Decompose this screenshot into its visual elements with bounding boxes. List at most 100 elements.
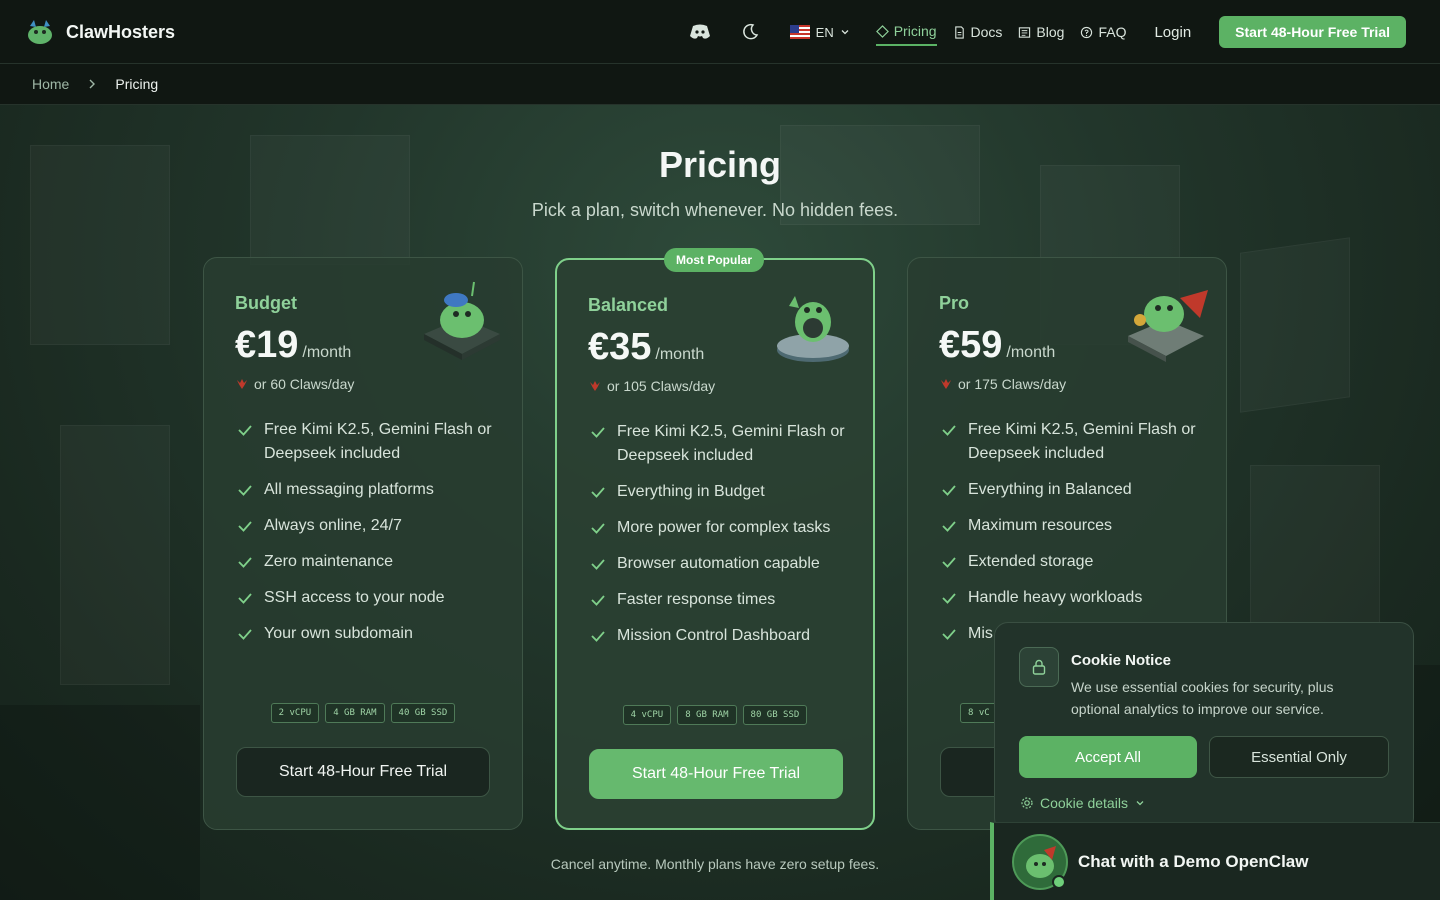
- check-icon: [238, 593, 252, 604]
- breadcrumb-home[interactable]: Home: [32, 76, 69, 92]
- page-subtitle: Pick a plan, switch whenever. No hidden …: [531, 200, 899, 220]
- spec-cpu: 2 vCPU: [270, 703, 320, 723]
- discord-icon[interactable]: [686, 18, 714, 46]
- cookie-title: Cookie Notice: [1071, 652, 1172, 669]
- price-amount: €59: [939, 324, 1003, 366]
- feature-item: Handle heavy workloads: [940, 586, 1200, 610]
- feature-item: Zero maintenance: [236, 550, 496, 574]
- claws-rate: or 60 Claws/day: [235, 376, 354, 392]
- feature-item: Everything in Budget: [589, 480, 849, 504]
- feature-item: Extended storage: [940, 550, 1200, 574]
- cookie-details-toggle[interactable]: Cookie details: [1020, 795, 1146, 811]
- nav-blog[interactable]: Blog: [1018, 18, 1064, 46]
- feature-item: Everything in Balanced: [940, 478, 1200, 502]
- chat-label: Chat with a Demo OpenClaw: [1078, 852, 1309, 871]
- start-trial-header-button[interactable]: Start 48-Hour Free Trial: [1219, 16, 1406, 48]
- brand-logo[interactable]: ClawHosters: [24, 16, 175, 48]
- main-nav: EN Pricing Docs Blog FAQ Login Start 48-…: [686, 0, 1406, 64]
- price-amount: €19: [235, 324, 299, 366]
- check-icon: [591, 631, 605, 642]
- mascot-balanced-image: [777, 296, 849, 362]
- start-trial-balanced-button[interactable]: Start 48-Hour Free Trial: [589, 749, 843, 799]
- plan-name: Balanced: [588, 295, 669, 315]
- breadcrumb-current: Pricing: [115, 76, 159, 92]
- feature-text: Mission Control Dashboard: [617, 627, 810, 644]
- feature-item: Your own subdomain: [236, 622, 496, 646]
- feature-text: Everything in Balanced: [968, 481, 1132, 498]
- feature-text: Handle heavy workloads: [968, 589, 1143, 606]
- feature-item: SSH access to your node: [236, 586, 496, 610]
- claw-icon: [941, 379, 951, 389]
- feature-item: Free Kimi K2.5, Gemini Flash or Deepseek…: [236, 418, 496, 466]
- feature-text: Your own subdomain: [264, 625, 413, 642]
- check-icon: [942, 593, 956, 604]
- check-icon: [942, 425, 956, 436]
- claw-icon: [590, 381, 600, 391]
- claws-rate: or 105 Claws/day: [588, 378, 715, 394]
- us-flag-icon: [789, 25, 810, 39]
- check-icon: [238, 521, 252, 532]
- price: €35 /month: [588, 326, 704, 369]
- check-icon: [238, 485, 252, 496]
- check-icon: [591, 523, 605, 534]
- feature-text: Browser automation capable: [617, 555, 820, 572]
- check-icon: [238, 557, 252, 568]
- claw-icon: [237, 379, 247, 389]
- spec-cpu: 8 vC: [960, 703, 998, 723]
- feature-text: Free Kimi K2.5, Gemini Flash or Deepseek…: [264, 421, 492, 462]
- feature-item: Browser automation capable: [589, 552, 849, 576]
- feature-item: Faster response times: [589, 588, 849, 612]
- spec-ssd: 80 GB SSD: [742, 705, 808, 725]
- question-icon: [1081, 26, 1093, 38]
- check-icon: [591, 559, 605, 570]
- tag-icon: [875, 24, 889, 38]
- language-code: EN: [815, 24, 834, 40]
- login-link[interactable]: Login: [1154, 24, 1191, 41]
- cookie-text: We use essential cookies for security, p…: [1071, 679, 1334, 717]
- nav-pricing[interactable]: Pricing: [875, 18, 937, 46]
- accept-all-button[interactable]: Accept All: [1019, 736, 1197, 778]
- mascot-pro-image: [1128, 290, 1208, 362]
- page-title: Pricing: [658, 144, 782, 185]
- check-icon: [942, 557, 956, 568]
- spec-ssd: 40 GB SSD: [390, 703, 456, 723]
- feature-text: Faster response times: [617, 591, 776, 608]
- breadcrumb: Home Pricing: [0, 64, 1440, 105]
- price-period: /month: [302, 344, 352, 361]
- spec-ram: 8 GB RAM: [677, 705, 737, 725]
- nav-pricing-label: Pricing: [893, 23, 937, 39]
- feature-text: Free Kimi K2.5, Gemini Flash or Deepseek…: [617, 423, 845, 464]
- check-icon: [238, 629, 252, 640]
- feature-text: Always online, 24/7: [264, 517, 402, 534]
- language-selector[interactable]: EN: [789, 24, 850, 40]
- check-icon: [591, 427, 605, 438]
- plan-card-balanced: Most Popular Balanced €35 /month or 105 …: [555, 248, 875, 830]
- plan-name: Budget: [235, 293, 297, 313]
- mascot-budget-image: [424, 281, 500, 360]
- most-popular-badge: Most Popular: [664, 248, 765, 272]
- start-trial-budget-button[interactable]: Start 48-Hour Free Trial: [236, 747, 490, 797]
- feature-text: SSH access to your node: [264, 589, 445, 606]
- check-icon: [942, 629, 956, 640]
- price-period: /month: [655, 346, 705, 363]
- nav-faq[interactable]: FAQ: [1080, 18, 1126, 46]
- spec-tags: 2 vCPU 4 GB RAM 40 GB SSD: [204, 703, 522, 723]
- feature-text: Everything in Budget: [617, 483, 765, 500]
- feature-text: More power for complex tasks: [617, 519, 831, 536]
- moon-icon[interactable]: [736, 18, 764, 46]
- feature-item: Mission Control Dashboard: [589, 624, 849, 648]
- demo-chat-widget[interactable]: Chat with a Demo OpenClaw: [990, 822, 1440, 900]
- chevron-down-icon: [841, 30, 849, 35]
- feature-text: Free Kimi K2.5, Gemini Flash or Deepseek…: [968, 421, 1196, 462]
- feature-item: Free Kimi K2.5, Gemini Flash or Deepseek…: [589, 420, 849, 468]
- essential-only-button[interactable]: Essential Only: [1209, 736, 1389, 778]
- nav-docs[interactable]: Docs: [953, 18, 1002, 46]
- claws-text: or 175 Claws/day: [958, 376, 1067, 392]
- newspaper-icon: [1019, 26, 1031, 38]
- plan-name: Pro: [939, 293, 970, 313]
- feature-text: Maximum resources: [968, 517, 1113, 534]
- cookie-notice: Cookie Notice We use essential cookies f…: [994, 622, 1414, 832]
- feature-text: Zero maintenance: [264, 553, 393, 570]
- plan-card-budget: Budget €19 /month or 60 Claws/day Free K…: [203, 257, 523, 830]
- top-navbar: ClawHosters EN Pricing Docs Blog FAQ Log…: [0, 0, 1440, 64]
